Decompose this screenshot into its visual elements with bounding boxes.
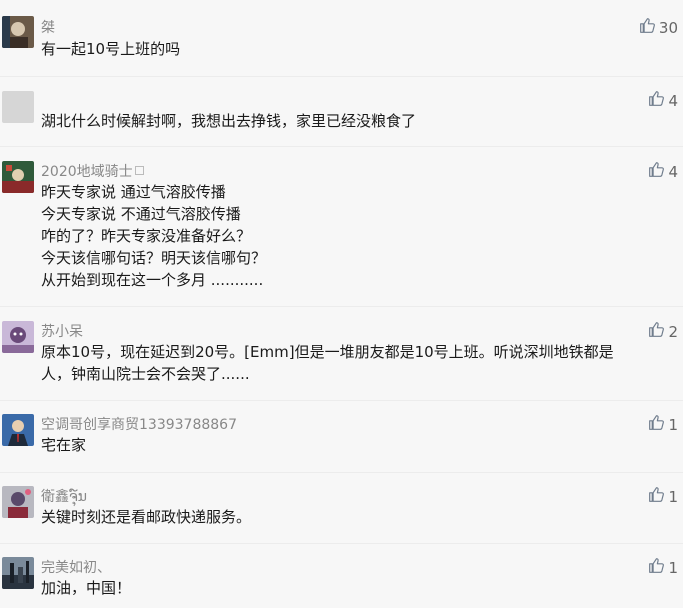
- badge-icon: [134, 166, 144, 175]
- comment-text-line: 有一起10号上班的吗: [41, 40, 181, 58]
- like-count: 4: [668, 91, 678, 110]
- thumbs-up-icon: [648, 486, 665, 507]
- thumbs-up-icon: [648, 557, 665, 578]
- like-count: 1: [668, 558, 678, 577]
- avatar[interactable]: [2, 16, 34, 48]
- like-button[interactable]: 1: [648, 557, 678, 578]
- divider: [0, 400, 683, 401]
- comment-text-line: 今天专家说 不通过气溶胶传播: [41, 205, 241, 223]
- comment-text-line: 昨天专家说 通过气溶胶传播: [41, 183, 226, 201]
- avatar[interactable]: [2, 414, 34, 446]
- like-count: 1: [668, 415, 678, 434]
- divider: [0, 76, 683, 77]
- commenter-name-text: 2020地域骑士: [41, 164, 133, 180]
- like-button[interactable]: 1: [648, 414, 678, 435]
- avatar[interactable]: [2, 91, 34, 123]
- like-count: 1: [668, 487, 678, 506]
- thumbs-up-icon: [648, 321, 665, 342]
- comment-text-line: 从开始到现在这一个多月 ...........: [41, 271, 264, 289]
- comment-text-line: 原本10号，现在延迟到20号。[Emm]但是一堆朋友都是10号上班。听说深圳地铁…: [41, 343, 614, 361]
- like-count: 2: [668, 322, 678, 341]
- comment-text: 关键时刻还是看邮政快递服务。: [41, 506, 671, 528]
- divider: [0, 472, 683, 473]
- commenter-name[interactable]: 苏小呆: [41, 321, 83, 341]
- comment-text: 加油，中国！: [41, 577, 671, 599]
- comment-text: 昨天专家说 通过气溶胶传播 今天专家说 不通过气溶胶传播 咋的了？昨天专家没准备…: [41, 181, 671, 291]
- divider: [0, 146, 683, 147]
- like-button[interactable]: 1: [648, 486, 678, 507]
- commenter-name[interactable]: 完美如初、: [41, 557, 111, 577]
- comment-text: 宅在家: [41, 434, 671, 456]
- comment-text-line: 人，钟南山院士会不会哭了......: [41, 365, 250, 383]
- comment-text-line: 加油，中国！: [41, 579, 132, 597]
- commenter-name[interactable]: 桀: [41, 17, 55, 37]
- avatar[interactable]: [2, 557, 34, 589]
- comment-text: 有一起10号上班的吗: [41, 38, 671, 60]
- like-button[interactable]: 4: [648, 90, 678, 111]
- like-count: 4: [668, 162, 678, 181]
- comment-text-line: 咋的了？昨天专家没准备好么？: [41, 227, 252, 245]
- comment-text: 原本10号，现在延迟到20号。[Emm]但是一堆朋友都是10号上班。听说深圳地铁…: [41, 341, 671, 385]
- comment-text-line: 宅在家: [41, 436, 87, 454]
- thumbs-up-icon: [648, 161, 665, 182]
- divider: [0, 306, 683, 307]
- divider: [0, 543, 683, 544]
- commenter-name[interactable]: 2020地域骑士: [41, 161, 144, 181]
- comment-text-line: 今天该信哪句话？明天该信哪句？: [41, 249, 267, 267]
- comment-text-line: 关键时刻还是看邮政快递服务。: [41, 508, 252, 526]
- commenter-name[interactable]: 衛鑫ຈຸ໌ນ: [41, 486, 87, 506]
- like-button[interactable]: 2: [648, 321, 678, 342]
- thumbs-up-icon: [648, 90, 665, 111]
- commenter-name[interactable]: 空调哥创享商贸13393788867: [41, 414, 237, 434]
- avatar[interactable]: [2, 321, 34, 353]
- comment-text: 湖北什么时候解封啊，我想出去挣钱，家里已经没粮食了: [41, 110, 671, 132]
- avatar[interactable]: [2, 161, 34, 193]
- like-button[interactable]: 4: [648, 161, 678, 182]
- like-count: 30: [658, 18, 678, 37]
- thumbs-up-icon: [639, 17, 656, 38]
- avatar[interactable]: [2, 486, 34, 518]
- comment-text-line: 湖北什么时候解封啊，我想出去挣钱，家里已经没粮食了: [41, 112, 417, 130]
- like-button[interactable]: 30: [639, 17, 678, 38]
- thumbs-up-icon: [648, 414, 665, 435]
